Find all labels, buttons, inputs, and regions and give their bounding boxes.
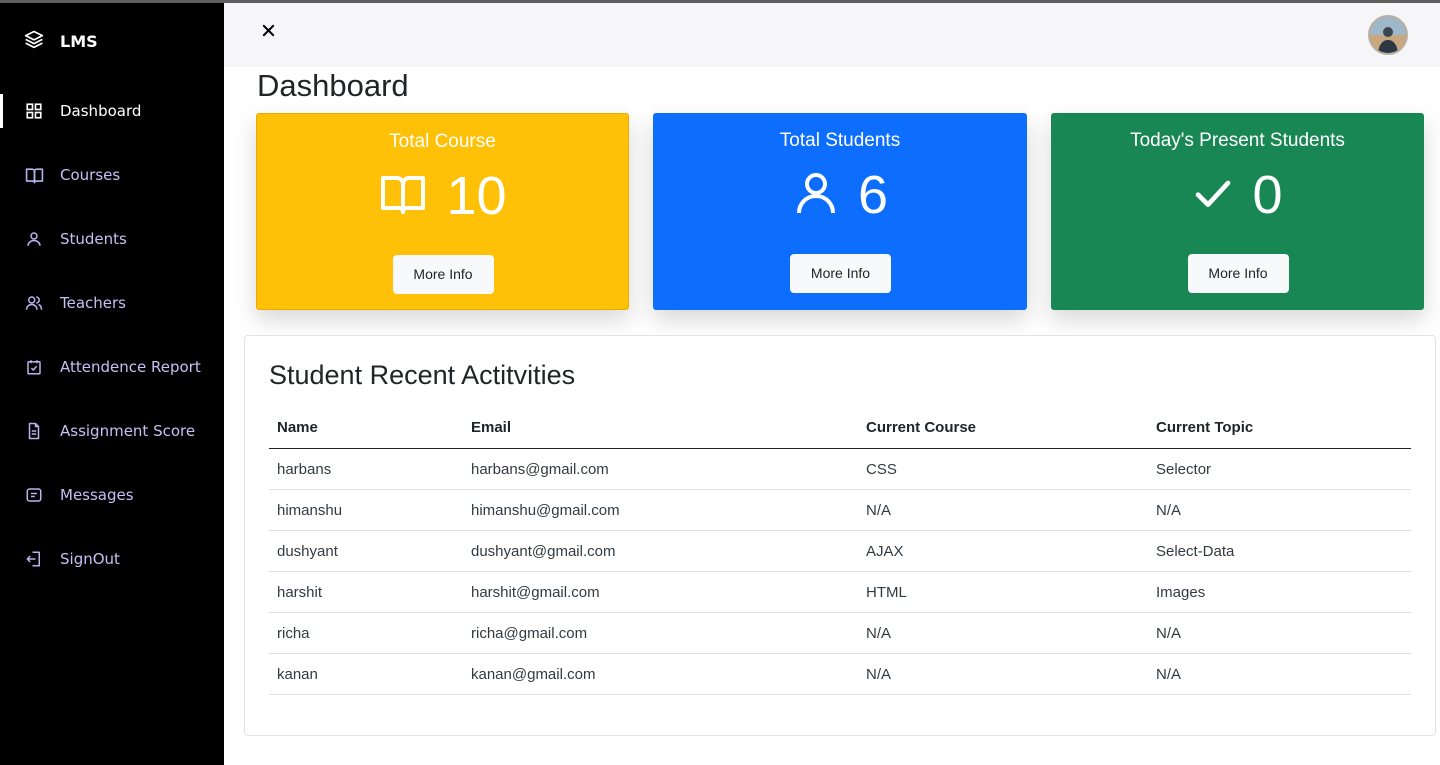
close-icon[interactable]: [258, 20, 278, 40]
table-row: himanshu himanshu@gmail.com N/A N/A: [269, 490, 1411, 531]
total-students-card: Total Students 6 More Info: [653, 113, 1027, 310]
sidebar-item-label: Attendence Report: [60, 358, 201, 376]
sidebar-item-dashboard[interactable]: Dashboard: [0, 94, 224, 128]
cell-topic: N/A: [1156, 501, 1182, 519]
cell-course: HTML: [866, 583, 907, 601]
table-header: Name Email Current Course Current Topic: [269, 407, 1411, 449]
user-icon: [24, 229, 44, 249]
cell-name: harbans: [277, 460, 332, 478]
sidebar-item-label: Assignment Score: [60, 422, 196, 440]
sidebar-item-signout[interactable]: SignOut: [0, 542, 224, 576]
column-header-current-course: Current Course: [866, 419, 977, 436]
sidebar-item-label: Teachers: [60, 294, 126, 312]
grid-icon: [24, 101, 44, 121]
cell-course: CSS: [866, 460, 897, 478]
present-students-card: Today's Present Students 0 More Info: [1051, 113, 1424, 310]
sidebar-item-students[interactable]: Students: [0, 222, 224, 256]
cell-course: N/A: [866, 665, 892, 683]
cell-email: dushyant@gmail.com: [471, 542, 616, 560]
cell-topic: Select-Data: [1156, 542, 1235, 560]
cell-course: N/A: [866, 501, 892, 519]
more-info-button[interactable]: More Info: [1187, 254, 1289, 293]
table-row: dushyant dushyant@gmail.com AJAX Select-…: [269, 531, 1411, 572]
column-header-email: Email: [471, 419, 512, 436]
check-icon: [1192, 173, 1234, 217]
sidebar-item-assignment-score[interactable]: Assignment Score: [0, 414, 224, 448]
cell-email: harbans@gmail.com: [471, 460, 609, 478]
card-value-row: 0: [1051, 165, 1424, 225]
cell-name: kanan: [277, 665, 318, 683]
table-row: kanan kanan@gmail.com N/A N/A: [269, 654, 1411, 695]
total-course-card: Total Course 10 More Info: [256, 113, 629, 310]
cell-topic: Images: [1156, 583, 1206, 601]
sidebar-item-label: Messages: [60, 486, 134, 504]
cell-email: harshit@gmail.com: [471, 583, 600, 601]
activities-table: Name Email Current Course Current Topic …: [269, 407, 1411, 695]
sidebar-item-label: Students: [60, 230, 127, 248]
cell-topic: N/A: [1156, 624, 1182, 642]
cell-name: dushyant: [277, 542, 338, 560]
card-value-row: 6: [653, 165, 1027, 225]
lms-app: LMS Dashboard Courses Students Teachers: [0, 0, 1440, 765]
cell-name: harshit: [277, 583, 323, 601]
cell-topic: N/A: [1156, 665, 1182, 683]
sidebar-item-teachers[interactable]: Teachers: [0, 286, 224, 320]
more-info-button[interactable]: More Info: [392, 255, 494, 294]
cell-email: richa@gmail.com: [471, 624, 588, 642]
table-row: richa richa@gmail.com N/A N/A: [269, 613, 1411, 654]
card-title: Total Course: [389, 131, 496, 152]
brand[interactable]: LMS: [24, 29, 98, 53]
more-info-button[interactable]: More Info: [790, 254, 891, 293]
sidebar-item-label: Courses: [60, 166, 121, 184]
sidebar-item-label: SignOut: [60, 550, 120, 568]
sidebar-item-courses[interactable]: Courses: [0, 158, 224, 192]
users-icon: [24, 293, 44, 313]
layers-icon: [24, 29, 44, 53]
brand-label: LMS: [60, 31, 98, 51]
panel-title: Student Recent Actitvities: [269, 360, 576, 390]
card-value: 6: [857, 165, 889, 225]
avatar[interactable]: [1368, 15, 1408, 55]
table-row: harshit harshit@gmail.com HTML Images: [269, 572, 1411, 613]
card-value: 0: [1252, 165, 1283, 225]
card-title: Today's Present Students: [1130, 130, 1345, 151]
cell-name: himanshu: [277, 501, 343, 519]
table-row: harbans harbans@gmail.com CSS Selector: [269, 449, 1411, 490]
sidebar: LMS Dashboard Courses Students Teachers: [0, 3, 224, 765]
sidebar-item-label: Dashboard: [60, 102, 142, 120]
page-title: Dashboard: [257, 68, 409, 103]
column-header-current-topic: Current Topic: [1156, 419, 1254, 436]
message-icon: [24, 485, 44, 505]
sidebar-item-attendence-report[interactable]: Attendence Report: [0, 350, 224, 384]
cell-name: richa: [277, 624, 310, 642]
book-icon: [378, 170, 428, 222]
card-value: 10: [446, 166, 507, 226]
cell-email: kanan@gmail.com: [471, 665, 596, 683]
card-value-row: 10: [257, 166, 628, 226]
cell-course: N/A: [866, 624, 892, 642]
signout-icon: [24, 549, 44, 569]
calendar-check-icon: [24, 357, 44, 377]
column-header-name: Name: [277, 419, 318, 436]
document-icon: [24, 421, 44, 441]
cell-email: himanshu@gmail.com: [471, 501, 620, 519]
user-icon: [792, 168, 840, 222]
cell-topic: Selector: [1156, 460, 1212, 478]
top-header: [224, 3, 1440, 67]
sidebar-item-messages[interactable]: Messages: [0, 478, 224, 512]
cell-course: AJAX: [866, 542, 904, 560]
book-icon: [24, 165, 44, 185]
card-title: Total Students: [779, 130, 901, 151]
